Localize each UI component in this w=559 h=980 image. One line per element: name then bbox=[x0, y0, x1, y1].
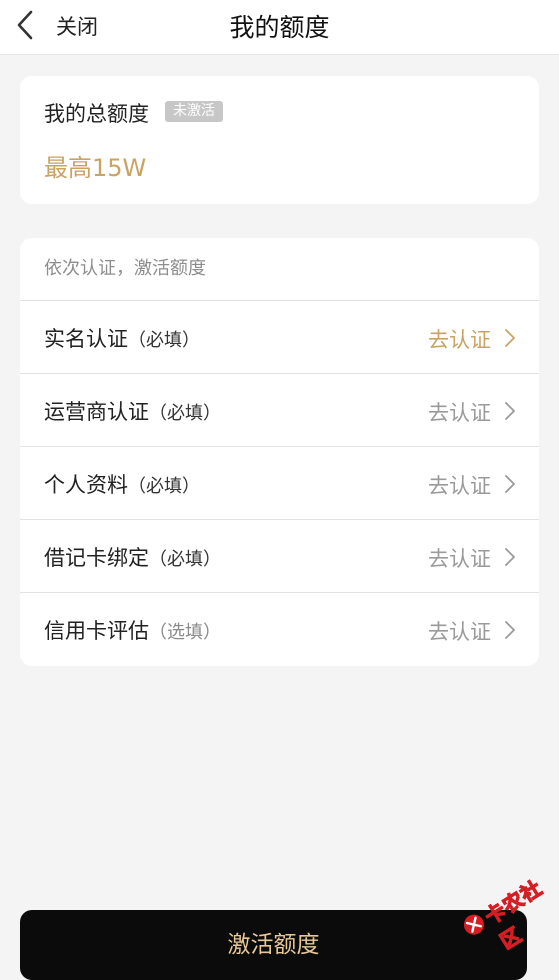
required-tag: （必填） bbox=[128, 330, 200, 351]
top-nav-bar: 关闭 我的额度 bbox=[0, 0, 559, 55]
verification-row-personal-info[interactable]: 个人资料（必填） 去认证 bbox=[20, 447, 539, 520]
row-title: 个人资料（必填） bbox=[44, 473, 200, 497]
verify-button[interactable]: 去认证 bbox=[428, 616, 491, 646]
verification-row-debit-card[interactable]: 借记卡绑定（必填） 去认证 bbox=[20, 520, 539, 593]
verify-button[interactable]: 去认证 bbox=[428, 470, 491, 500]
row-title: 信用卡评估（选填） bbox=[44, 619, 221, 643]
chevron-right-icon bbox=[505, 475, 515, 493]
verify-button[interactable]: 去认证 bbox=[428, 324, 491, 354]
verify-button[interactable]: 去认证 bbox=[428, 397, 491, 427]
activate-limit-button[interactable]: 激活额度 bbox=[20, 910, 527, 980]
chevron-right-icon bbox=[505, 621, 515, 639]
verify-button[interactable]: 去认证 bbox=[428, 543, 491, 573]
total-limit-label: 我的总额度 bbox=[44, 102, 149, 126]
row-title: 实名认证（必填） bbox=[44, 327, 200, 351]
close-link[interactable]: 关闭 bbox=[56, 11, 98, 41]
chevron-right-icon bbox=[505, 402, 515, 420]
verification-row-identity[interactable]: 实名认证（必填） 去认证 bbox=[20, 301, 539, 374]
verification-list-card: 依次认证，激活额度 实名认证（必填） 去认证 运营商认证（必填） 去认证 个人资… bbox=[20, 238, 539, 666]
chevron-left-icon bbox=[17, 10, 33, 40]
chevron-right-icon bbox=[505, 548, 515, 566]
row-title: 借记卡绑定（必填） bbox=[44, 546, 221, 570]
optional-tag: （选填） bbox=[149, 622, 221, 643]
status-badge: 未激活 bbox=[165, 101, 223, 122]
required-tag: （必填） bbox=[149, 549, 221, 570]
required-tag: （必填） bbox=[149, 403, 221, 424]
total-limit-card: 我的总额度 未激活 最高15W bbox=[20, 76, 539, 204]
chevron-right-icon bbox=[505, 329, 515, 347]
required-tag: （必填） bbox=[128, 476, 200, 497]
limit-value: 最高15W bbox=[44, 154, 147, 182]
row-title: 运营商认证（必填） bbox=[44, 400, 221, 424]
back-button[interactable] bbox=[10, 8, 40, 42]
verification-row-carrier[interactable]: 运营商认证（必填） 去认证 bbox=[20, 374, 539, 447]
verification-row-credit-card[interactable]: 信用卡评估（选填） 去认证 bbox=[20, 593, 539, 665]
verification-list-header: 依次认证，激活额度 bbox=[20, 238, 539, 301]
